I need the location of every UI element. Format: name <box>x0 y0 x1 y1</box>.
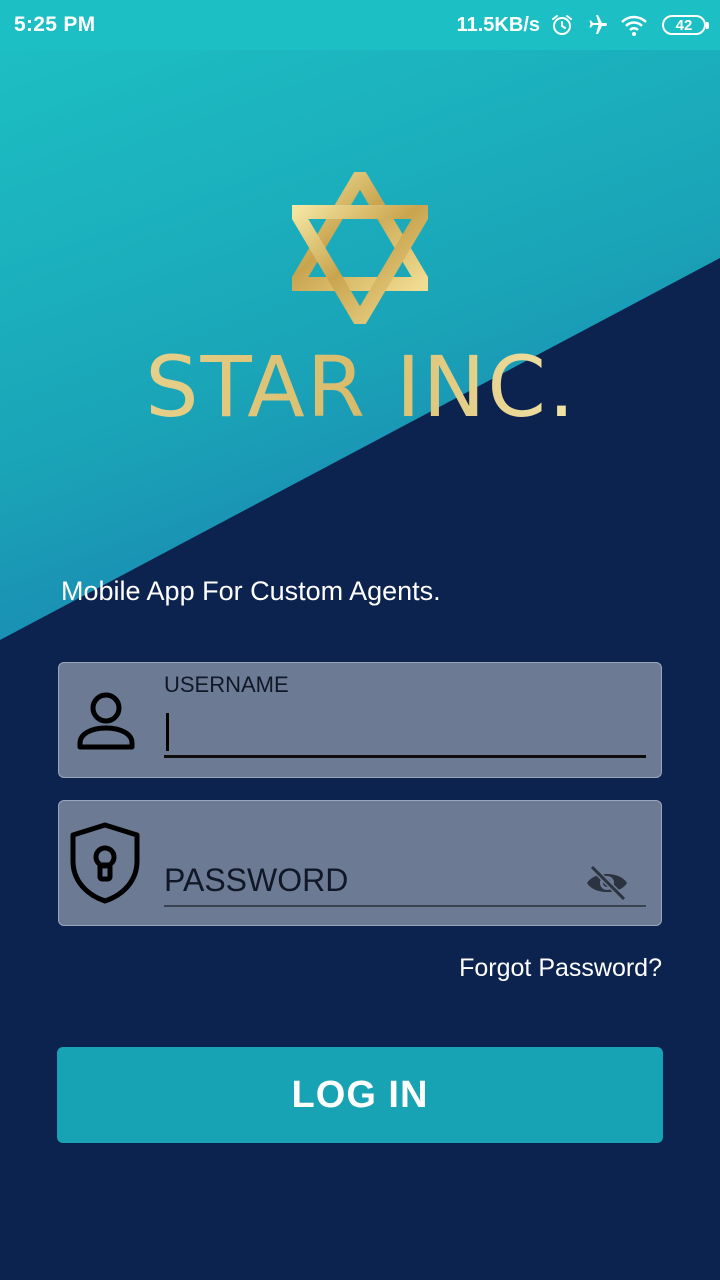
battery-icon: 42 <box>662 15 709 35</box>
shield-lock-icon <box>70 822 140 904</box>
username-field[interactable]: USERNAME <box>58 662 662 778</box>
status-time: 5:25 PM <box>14 13 96 36</box>
login-button[interactable]: LOG IN <box>57 1047 663 1143</box>
username-label: USERNAME <box>164 672 289 697</box>
brand-logo-text: STAR INC. <box>145 346 577 428</box>
brand-name: STAR INC. <box>145 346 577 428</box>
status-bar: 5:25 PM 11.5KB/s 42 <box>0 0 720 50</box>
password-input[interactable] <box>164 855 646 907</box>
status-icons: 11.5KB/s 42 <box>456 13 709 37</box>
username-input[interactable] <box>164 707 646 758</box>
forgot-password-link[interactable]: Forgot Password? <box>459 954 662 983</box>
alarm-icon <box>550 13 574 37</box>
wifi-icon <box>620 13 648 37</box>
tagline: Mobile App For Custom Agents. <box>61 576 441 606</box>
user-icon <box>77 692 135 750</box>
text-cursor <box>166 713 169 751</box>
password-visibility-toggle[interactable] <box>583 861 631 905</box>
airplane-icon <box>584 13 610 37</box>
star-of-david-icon <box>292 172 428 324</box>
password-field[interactable] <box>58 800 662 926</box>
eye-off-icon <box>587 864 627 902</box>
network-speed: 11.5KB/s <box>456 13 540 36</box>
